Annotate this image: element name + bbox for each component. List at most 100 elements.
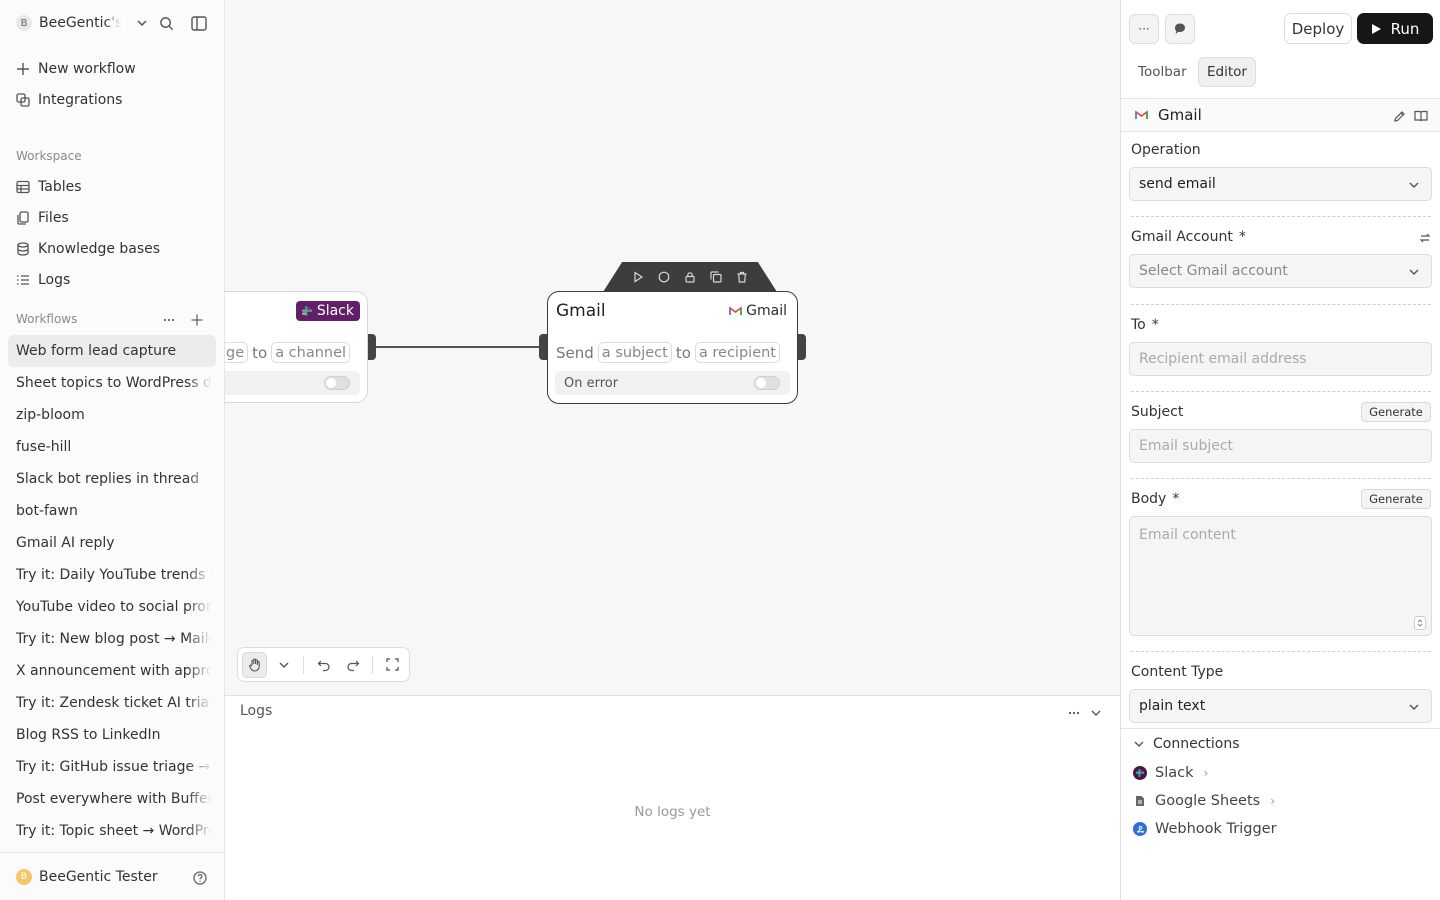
body-textarea[interactable]: Email content [1129, 516, 1432, 636]
connections-toggle[interactable]: Connections [1121, 728, 1440, 758]
block-header: Gmail [1121, 98, 1440, 132]
logs-title: Logs [240, 703, 273, 719]
table-icon [16, 180, 30, 194]
help-icon[interactable] [193, 871, 207, 885]
play-icon[interactable] [630, 269, 646, 285]
to-input[interactable]: Recipient email address [1129, 342, 1432, 376]
connection-item-slack[interactable]: Slack › [1133, 763, 1208, 783]
copy-icon[interactable] [708, 269, 724, 285]
subject-input[interactable]: Email subject [1129, 429, 1432, 463]
sidebar-toggle-icon[interactable] [189, 13, 209, 33]
workflows-section-label: Workflows [16, 312, 78, 326]
workflow-item[interactable]: bot-fawn [8, 495, 216, 527]
connection-label: Google Sheets [1155, 793, 1261, 809]
workflow-item[interactable]: Gmail AI reply [8, 527, 216, 559]
divider [1131, 216, 1431, 217]
avatar: B [16, 868, 32, 885]
lock-icon[interactable] [682, 269, 698, 285]
undo-icon[interactable] [311, 652, 336, 678]
workflow-item[interactable]: zip-bloom [8, 399, 216, 431]
sidebar-item-tables[interactable]: Tables [16, 176, 82, 198]
workflow-item[interactable]: Try it: Daily YouTube trends digest [8, 559, 216, 591]
gmail-icon [1135, 110, 1148, 120]
chevron-right-icon: › [1203, 766, 1209, 780]
more-options-button[interactable]: ··· [1129, 14, 1159, 44]
integrations-link[interactable]: Integrations [16, 89, 122, 111]
circle-icon[interactable] [656, 269, 672, 285]
on-error-toggle[interactable] [754, 376, 780, 390]
operation-select[interactable]: send email [1129, 167, 1432, 201]
new-workflow-button[interactable]: New workflow [16, 58, 136, 80]
workflow-item[interactable]: Slack bot replies in thread [8, 463, 216, 495]
connection-item-webhook-trigger[interactable]: Webhook Trigger [1133, 819, 1277, 839]
divider [1131, 651, 1431, 652]
copilot-icon[interactable] [1165, 14, 1195, 44]
workflow-item[interactable]: Sheet topics to WordPress drafts [8, 367, 216, 399]
gmail-badge-label: Gmail [746, 303, 787, 319]
workflow-item[interactable]: Try it: Zendesk ticket AI triage [8, 687, 216, 719]
swap-icon[interactable] [1419, 232, 1431, 244]
gmail-account-select[interactable]: Select Gmail account [1129, 254, 1432, 288]
chevron-down-icon[interactable] [1088, 705, 1104, 721]
slack-node-summary: ge to a channel [225, 342, 351, 363]
workflow-item[interactable]: Blog RSS to LinkedIn [8, 719, 216, 751]
more-horizontal-icon[interactable] [160, 311, 178, 329]
workflow-item[interactable]: YouTube video to social promo [8, 591, 216, 623]
user-menu[interactable]: B BeeGentic Tester [0, 852, 224, 900]
tab-toolbar[interactable]: Toolbar [1130, 57, 1195, 87]
resize-icon[interactable] [1414, 616, 1426, 630]
subject-pill: a subject [597, 342, 672, 363]
on-error-toggle[interactable] [324, 376, 350, 390]
new-workflow-label: New workflow [38, 61, 136, 77]
summary-text: Send [556, 343, 594, 362]
connections-label: Connections [1153, 735, 1240, 752]
content-type-label: Content Type [1131, 664, 1224, 680]
content-type-select[interactable]: plain text [1129, 689, 1432, 723]
search-icon[interactable] [156, 13, 176, 33]
sidebar-item-knowledge-bases[interactable]: Knowledge bases [16, 238, 160, 260]
workflow-canvas[interactable]: Slack ge to a channel Gmail Gmail Send a… [225, 0, 1120, 695]
deploy-button[interactable]: Deploy [1284, 13, 1352, 44]
sidebar-item-label: Files [38, 210, 69, 226]
slack-node[interactable]: Slack ge to a channel [225, 291, 376, 403]
workflow-item[interactable]: fuse-hill [8, 431, 216, 463]
gmail-node[interactable]: Gmail Gmail Send a subject to a recipien… [539, 291, 806, 404]
integrations-label: Integrations [38, 92, 123, 108]
list-icon [16, 273, 30, 287]
workflow-item[interactable]: X announcement with approval [8, 655, 216, 687]
run-button[interactable]: Run [1357, 13, 1433, 44]
input-handle[interactable] [539, 334, 547, 360]
connection-item-google-sheets[interactable]: Google Sheets › [1133, 791, 1275, 811]
workflow-item[interactable]: Try it: Topic sheet → WordPress [8, 815, 216, 847]
output-handle[interactable] [798, 334, 806, 360]
generate-body-button[interactable]: Generate [1361, 489, 1431, 509]
summary-text: to [252, 343, 268, 362]
tool-dropdown-icon[interactable] [271, 652, 296, 678]
docs-book-icon[interactable] [1413, 108, 1429, 124]
add-workflow-icon[interactable] [188, 311, 206, 329]
edit-icon[interactable] [1391, 108, 1407, 124]
generate-subject-button[interactable]: Generate [1361, 402, 1431, 422]
canvas-controls [237, 647, 410, 682]
body-label-text: Body [1131, 491, 1167, 507]
redo-icon[interactable] [340, 652, 365, 678]
workspace-switcher[interactable]: B BeeGentic's [16, 13, 148, 33]
sidebar-item-logs[interactable]: Logs [16, 269, 70, 291]
google-sheets-icon [1133, 794, 1147, 808]
connection-edge[interactable] [375, 346, 545, 348]
fit-view-icon[interactable] [380, 652, 405, 678]
output-handle[interactable] [368, 334, 376, 360]
summary-text: to [675, 343, 691, 362]
trash-icon[interactable] [734, 269, 750, 285]
workflow-item[interactable]: Try it: GitHub issue triage → Slack [8, 751, 216, 783]
workflow-item[interactable]: Post everywhere with Buffer [8, 783, 216, 815]
workflow-item[interactable]: Web form lead capture [8, 335, 216, 367]
database-icon [16, 242, 30, 256]
body-placeholder: Email content [1139, 527, 1236, 543]
hand-tool-icon[interactable] [242, 651, 268, 678]
sidebar-item-files[interactable]: Files [16, 207, 69, 229]
more-horizontal-icon[interactable] [1066, 705, 1082, 721]
gmail-account-placeholder: Select Gmail account [1139, 263, 1288, 279]
workflow-item[interactable]: Try it: New blog post → Mailchimp [8, 623, 216, 655]
tab-editor[interactable]: Editor [1198, 57, 1256, 87]
